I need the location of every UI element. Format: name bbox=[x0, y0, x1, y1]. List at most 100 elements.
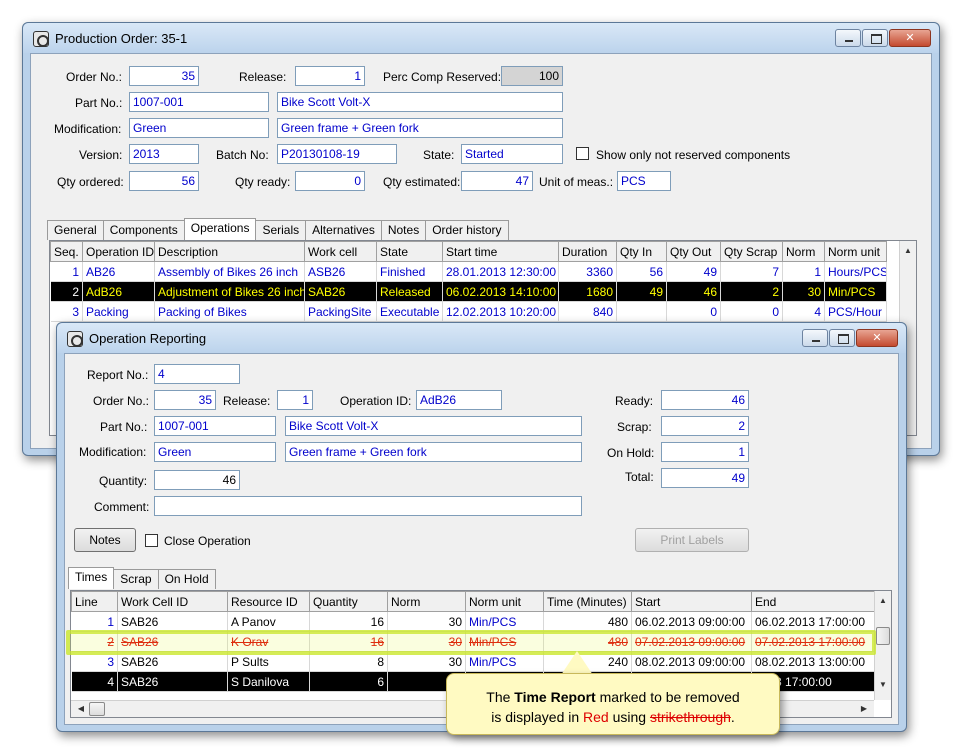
state-field[interactable]: Started bbox=[461, 144, 563, 164]
order-no-label: Order No.: bbox=[93, 394, 150, 408]
close-operation-checkbox[interactable] bbox=[145, 534, 158, 547]
unit-of-meas-field[interactable]: PCS bbox=[617, 171, 671, 191]
tab-on-hold[interactable]: On Hold bbox=[157, 569, 216, 589]
close-button[interactable] bbox=[856, 329, 898, 347]
cell: Min/PCS bbox=[465, 611, 544, 632]
scroll-left-arrow-icon[interactable]: ◀ bbox=[73, 701, 89, 717]
scroll-up-arrow-icon[interactable]: ▲ bbox=[875, 593, 891, 609]
maximize-button[interactable] bbox=[829, 329, 855, 347]
modification-field[interactable]: Green bbox=[154, 442, 276, 462]
order-no-field[interactable]: 35 bbox=[154, 390, 216, 410]
col-duration[interactable]: Duration bbox=[558, 241, 617, 262]
scroll-thumb[interactable] bbox=[89, 702, 105, 716]
minimize-button[interactable] bbox=[835, 29, 861, 47]
modification-desc-field[interactable]: Green frame + Green fork bbox=[285, 442, 582, 462]
cell: Min/PCS bbox=[824, 281, 887, 302]
quantity-field[interactable]: 46 bbox=[154, 470, 240, 490]
scroll-up-arrow-icon[interactable]: ▲ bbox=[900, 243, 916, 259]
col-qty-scrap[interactable]: Qty Scrap bbox=[720, 241, 783, 262]
col-description[interactable]: Description bbox=[154, 241, 305, 262]
release-field[interactable]: 1 bbox=[277, 390, 313, 410]
col-line[interactable]: Line bbox=[71, 591, 118, 612]
modification-desc-field[interactable]: Green frame + Green fork bbox=[277, 118, 563, 138]
col-norm-unit[interactable]: Norm unit bbox=[824, 241, 887, 262]
operation-id-field[interactable]: AdB26 bbox=[416, 390, 502, 410]
tab-notes[interactable]: Notes bbox=[380, 220, 427, 240]
col-norm[interactable]: Norm bbox=[387, 591, 466, 612]
tab-scrap[interactable]: Scrap bbox=[113, 569, 159, 589]
show-only-not-reserved-checkbox[interactable] bbox=[576, 147, 589, 160]
maximize-button[interactable] bbox=[862, 29, 888, 47]
table-row-selected[interactable]: 2 AdB26 Adjustment of Bikes 26 inch SAB2… bbox=[50, 281, 887, 302]
table-row[interactable]: 1 AB26 Assembly of Bikes 26 inch ASB26 F… bbox=[50, 261, 887, 282]
qty-estimated-field[interactable]: 47 bbox=[461, 171, 533, 191]
col-start-time[interactable]: Start time bbox=[442, 241, 559, 262]
col-work-cell[interactable]: Work cell bbox=[304, 241, 377, 262]
col-quantity[interactable]: Quantity bbox=[309, 591, 388, 612]
ready-field[interactable]: 46 bbox=[661, 390, 749, 410]
modification-field[interactable]: Green bbox=[129, 118, 269, 138]
cell: 0 bbox=[666, 301, 721, 322]
callout-strike-text: strikethrough bbox=[649, 709, 731, 725]
scroll-right-arrow-icon[interactable]: ▶ bbox=[856, 701, 872, 717]
release-field[interactable]: 1 bbox=[295, 66, 365, 86]
cell: 7 bbox=[720, 261, 783, 282]
tab-alternatives[interactable]: Alternatives bbox=[305, 220, 382, 240]
part-no-field[interactable]: 1007-001 bbox=[154, 416, 276, 436]
col-qty-in[interactable]: Qty In bbox=[616, 241, 667, 262]
col-resource-id[interactable]: Resource ID bbox=[227, 591, 310, 612]
order-no-field[interactable]: 35 bbox=[129, 66, 199, 86]
notes-button[interactable]: Notes bbox=[74, 528, 136, 552]
tab-general[interactable]: General bbox=[47, 220, 104, 240]
print-labels-button[interactable]: Print Labels bbox=[635, 528, 749, 552]
col-start[interactable]: Start bbox=[631, 591, 752, 612]
tab-order-history[interactable]: Order history bbox=[425, 220, 509, 240]
cell: Assembly of Bikes 26 inch bbox=[154, 261, 305, 282]
cell: 46 bbox=[666, 281, 721, 302]
qty-ready-field[interactable]: 0 bbox=[295, 171, 365, 191]
batch-no-field[interactable]: P20130108-19 bbox=[277, 144, 397, 164]
cell: Finished bbox=[376, 261, 443, 282]
col-time-minutes[interactable]: Time (Minutes) bbox=[543, 591, 632, 612]
operation-reporting-titlebar[interactable]: Operation Reporting bbox=[57, 323, 906, 353]
part-no-field[interactable]: 1007-001 bbox=[129, 92, 269, 112]
col-norm-unit[interactable]: Norm unit bbox=[465, 591, 544, 612]
col-norm[interactable]: Norm bbox=[782, 241, 825, 262]
part-desc-field[interactable]: Bike Scott Volt-X bbox=[277, 92, 563, 112]
tab-components[interactable]: Components bbox=[102, 220, 185, 240]
col-operation-id[interactable]: Operation ID bbox=[82, 241, 155, 262]
scrap-field[interactable]: 2 bbox=[661, 416, 749, 436]
scroll-thumb[interactable] bbox=[876, 627, 890, 645]
cell: 30 bbox=[387, 611, 466, 632]
cell: Packing of Bikes bbox=[154, 301, 305, 322]
tab-serials[interactable]: Serials bbox=[255, 220, 307, 240]
callout-text: The bbox=[486, 689, 515, 705]
col-work-cell-id[interactable]: Work Cell ID bbox=[117, 591, 228, 612]
cell: 16 bbox=[309, 611, 388, 632]
col-seq[interactable]: Seq. bbox=[50, 241, 83, 262]
cell: 30 bbox=[782, 281, 825, 302]
report-no-field[interactable]: 4 bbox=[154, 364, 240, 384]
production-order-tabs: General Components Operations Serials Al… bbox=[47, 218, 509, 240]
table-row[interactable]: 3 Packing Packing of Bikes PackingSite E… bbox=[50, 301, 887, 322]
scroll-down-arrow-icon[interactable]: ▼ bbox=[875, 677, 891, 693]
cell: PCS/Hour bbox=[824, 301, 887, 322]
col-end[interactable]: End bbox=[751, 591, 876, 612]
col-qty-out[interactable]: Qty Out bbox=[666, 241, 721, 262]
cell: 2 bbox=[50, 281, 83, 302]
production-order-titlebar[interactable]: Production Order: 35-1 bbox=[23, 23, 939, 53]
tab-operations[interactable]: Operations bbox=[183, 218, 257, 240]
callout-note: The Time Report marked to be removed is … bbox=[446, 673, 780, 735]
version-field[interactable]: 2013 bbox=[129, 144, 199, 164]
on-hold-field[interactable]: 1 bbox=[661, 442, 749, 462]
part-desc-field[interactable]: Bike Scott Volt-X bbox=[285, 416, 582, 436]
close-button[interactable] bbox=[889, 29, 931, 47]
col-state[interactable]: State bbox=[376, 241, 443, 262]
table-row[interactable]: 1 SAB26 A Panov 16 30 Min/PCS 480 06.02.… bbox=[71, 611, 876, 632]
minimize-button[interactable] bbox=[802, 329, 828, 347]
cell: Adjustment of Bikes 26 inch bbox=[154, 281, 305, 302]
qty-ordered-field[interactable]: 56 bbox=[129, 171, 199, 191]
times-vertical-scrollbar[interactable]: ▲ ▼ bbox=[874, 591, 891, 700]
tab-times[interactable]: Times bbox=[68, 567, 115, 589]
comment-field[interactable] bbox=[154, 496, 582, 516]
